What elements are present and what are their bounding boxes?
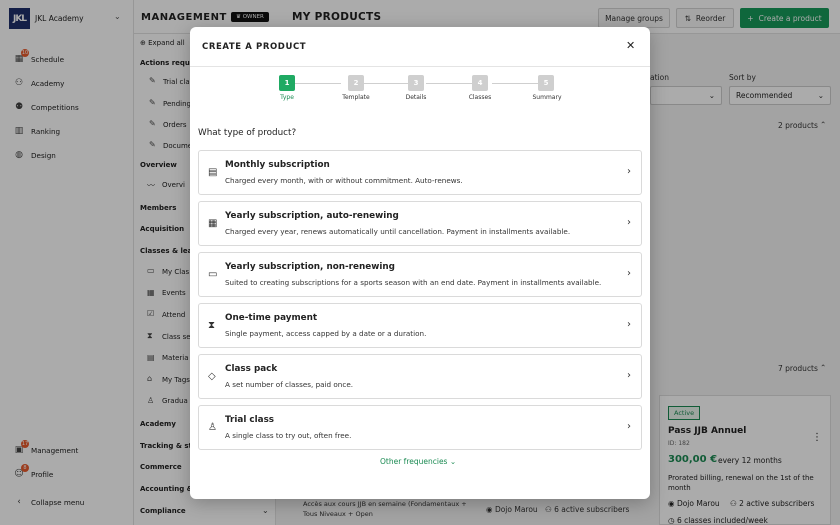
step-type[interactable]: 1	[279, 75, 295, 91]
option-trial-class[interactable]: ♙ Trial class A single class to try out,…	[198, 405, 642, 450]
chevron-right-icon: ›	[627, 370, 631, 381]
step-label: Template	[342, 94, 370, 101]
divider	[190, 66, 650, 67]
create-product-modal: CREATE A PRODUCT ✕ 1 Type 2 Template 3 D…	[190, 27, 650, 499]
option-title: Trial class	[225, 415, 275, 425]
chevron-right-icon: ›	[627, 217, 631, 228]
option-description: Suited to creating subscriptions for a s…	[225, 278, 602, 287]
option-description: A single class to try out, often free.	[225, 431, 352, 440]
option-description: A set number of classes, paid once.	[225, 380, 354, 389]
option-one-time-payment[interactable]: ⧗ One-time payment Single payment, acces…	[198, 303, 642, 348]
calendar-grid-icon: ▦	[208, 218, 218, 229]
close-icon[interactable]: ✕	[626, 39, 635, 52]
step-details[interactable]: 3	[408, 75, 424, 91]
option-monthly-subscription[interactable]: ▤ Monthly subscription Charged every mon…	[198, 150, 642, 195]
option-title: One-time payment	[225, 313, 318, 323]
step-label: Type	[280, 94, 294, 101]
stepper-line	[492, 83, 538, 84]
option-title: Class pack	[225, 364, 278, 374]
calendar-icon: ▤	[208, 167, 218, 178]
modal-title: CREATE A PRODUCT	[202, 42, 307, 52]
person-icon: ♙	[208, 422, 217, 433]
stepper-line	[426, 83, 472, 84]
other-frequencies-link[interactable]: Other frequencies ⌄	[380, 457, 456, 466]
chevron-right-icon: ›	[627, 166, 631, 177]
option-description: Charged every year, renews automatically…	[225, 227, 571, 236]
option-yearly-auto-renewing[interactable]: ▦ Yearly subscription, auto-renewing Cha…	[198, 201, 642, 246]
question-heading: What type of product?	[198, 128, 297, 138]
step-label: Classes	[468, 94, 492, 101]
stepper-line	[295, 83, 341, 84]
option-description: Charged every month, with or without com…	[225, 176, 463, 185]
step-label: Details	[405, 94, 427, 101]
calendar-blank-icon: ▭	[208, 269, 218, 280]
chevron-right-icon: ›	[627, 319, 631, 330]
option-title: Yearly subscription, non-renewing	[225, 262, 395, 272]
chevron-right-icon: ›	[627, 421, 631, 432]
chevron-down-icon: ⌄	[449, 457, 457, 466]
option-yearly-non-renewing[interactable]: ▭ Yearly subscription, non-renewing Suit…	[198, 252, 642, 297]
step-summary[interactable]: 5	[538, 75, 554, 91]
ticket-icon: ◇	[208, 371, 216, 382]
hourglass-icon: ⧗	[208, 320, 216, 331]
option-class-pack[interactable]: ◇ Class pack A set number of classes, pa…	[198, 354, 642, 399]
option-title: Monthly subscription	[225, 160, 330, 170]
step-label: Summary	[532, 94, 562, 101]
stepper-line	[364, 83, 408, 84]
chevron-right-icon: ›	[627, 268, 631, 279]
other-frequencies-label: Other frequencies	[380, 457, 448, 466]
step-classes[interactable]: 4	[472, 75, 488, 91]
option-description: Single payment, access capped by a date …	[225, 329, 427, 338]
option-title: Yearly subscription, auto-renewing	[225, 211, 399, 221]
step-template[interactable]: 2	[348, 75, 364, 91]
